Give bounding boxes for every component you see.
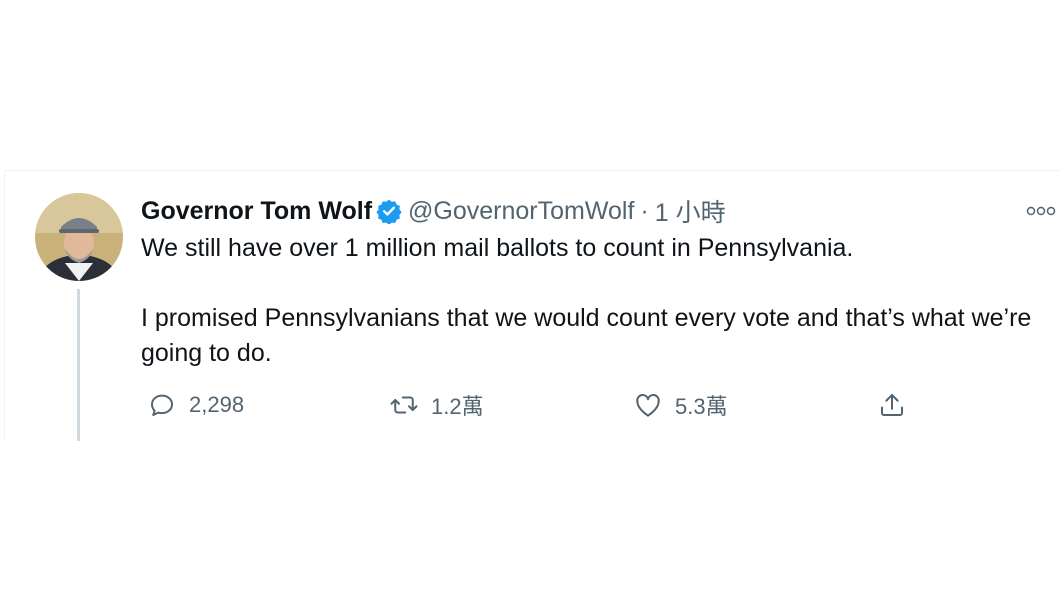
retweet-count: 1.2萬 xyxy=(431,394,484,419)
like-count: 5.3萬 xyxy=(675,394,728,419)
more-icon[interactable] xyxy=(1026,203,1056,219)
timestamp[interactable]: 1 小時 xyxy=(655,193,726,229)
like-icon xyxy=(636,394,660,417)
share-button[interactable] xyxy=(877,387,919,423)
tweet-header: Governor Tom Wolf @GovernorTomWolf · 1 小… xyxy=(141,193,1060,229)
thread-line xyxy=(77,289,80,441)
avatar[interactable] xyxy=(35,193,123,281)
reply-count: 2,298 xyxy=(189,392,245,417)
reply-button[interactable]: 2,298 xyxy=(147,387,244,423)
separator-dot: · xyxy=(640,196,649,225)
retweet-icon xyxy=(390,396,418,414)
tweet-text: We still have over 1 million mail ballot… xyxy=(141,234,1032,367)
retweet-button[interactable]: 1.2萬 xyxy=(389,387,484,423)
verified-badge-icon xyxy=(376,198,402,225)
reply-icon xyxy=(151,394,173,416)
display-name[interactable]: Governor Tom Wolf xyxy=(141,197,372,226)
tweet-card[interactable]: Governor Tom Wolf @GovernorTomWolf · 1 小… xyxy=(4,170,1060,441)
avatar-image xyxy=(35,193,123,281)
user-handle[interactable]: @GovernorTomWolf xyxy=(408,197,634,226)
action-bar: 2,298 1.2萬 5.3萬 xyxy=(141,387,941,423)
like-button[interactable]: 5.3萬 xyxy=(633,387,728,423)
share-icon xyxy=(881,394,903,416)
